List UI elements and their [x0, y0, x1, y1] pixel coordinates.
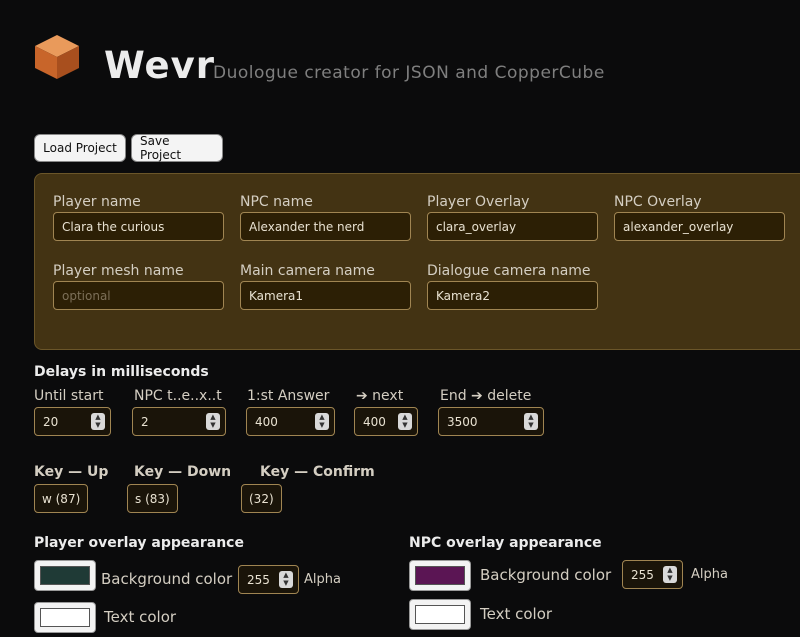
end-delete-input[interactable]: 3500 ▲ ▼: [438, 407, 544, 436]
end-delete-label: End ➔ delete: [440, 388, 532, 404]
main-camera-input[interactable]: Kamera1: [240, 281, 411, 310]
player-overlay-input[interactable]: clara_overlay: [427, 212, 598, 241]
npc-text-input[interactable]: 2 ▲ ▼: [132, 407, 226, 436]
spinner-arrows-icon[interactable]: ▲ ▼: [663, 566, 677, 583]
first-answer-value: 400: [255, 414, 278, 429]
player-background-label: Background color: [101, 570, 233, 588]
spinner-arrows-icon[interactable]: ▲ ▼: [91, 413, 105, 430]
npc-name-label: NPC name: [240, 194, 313, 210]
npc-alpha-input[interactable]: 255 ▲ ▼: [622, 560, 683, 589]
end-delete-value: 3500: [447, 414, 478, 429]
first-answer-label: 1:st Answer: [247, 388, 330, 404]
npc-overlay-input[interactable]: alexander_overlay: [614, 212, 785, 241]
names-panel: Player name Clara the curious NPC name A…: [34, 173, 800, 350]
npc-text-color-label: Text color: [480, 605, 553, 623]
until-start-input[interactable]: 20 ▲ ▼: [34, 407, 111, 436]
npc-background-label: Background color: [480, 566, 612, 584]
player-overlay-appearance-heading: Player overlay appearance: [34, 535, 244, 551]
player-alpha-input[interactable]: 255 ▲ ▼: [238, 565, 299, 594]
npc-background-swatch: [415, 566, 465, 585]
spinner-arrows-icon[interactable]: ▲ ▼: [315, 413, 329, 430]
spinner-arrows-icon[interactable]: ▲ ▼: [524, 413, 538, 430]
key-up-label: Key — Up: [34, 464, 109, 480]
npc-overlay-label: NPC Overlay: [614, 194, 702, 210]
npc-text-color-picker[interactable]: [409, 599, 471, 630]
load-project-button[interactable]: Load Project: [34, 134, 126, 162]
main-camera-label: Main camera name: [240, 263, 375, 279]
player-name-input[interactable]: Clara the curious: [53, 212, 224, 241]
player-name-label: Player name: [53, 194, 141, 210]
key-up-input[interactable]: w (87): [34, 484, 89, 513]
key-down-label: Key — Down: [134, 464, 232, 480]
player-text-color-picker[interactable]: [34, 602, 96, 633]
key-confirm-input[interactable]: (32): [241, 484, 282, 513]
key-down-input[interactable]: s (83): [127, 484, 178, 513]
logo-cube-icon: [35, 35, 79, 79]
player-mesh-input[interactable]: optional: [53, 281, 224, 310]
npc-alpha-label: Alpha: [691, 567, 728, 582]
player-background-swatch: [40, 566, 90, 585]
dialogue-camera-input[interactable]: Kamera2: [427, 281, 598, 310]
npc-text-label: NPC t..e..x..t: [134, 388, 222, 404]
delays-heading: Delays in milliseconds: [34, 364, 209, 380]
player-text-swatch: [40, 608, 90, 627]
save-project-button[interactable]: Save Project: [131, 134, 223, 162]
npc-overlay-appearance-heading: NPC overlay appearance: [409, 535, 602, 551]
npc-background-color-picker[interactable]: [409, 560, 471, 591]
player-alpha-label: Alpha: [304, 572, 341, 587]
npc-text-value: 2: [141, 414, 149, 429]
npc-text-swatch: [415, 605, 465, 624]
first-answer-input[interactable]: 400 ▲ ▼: [246, 407, 335, 436]
player-background-color-picker[interactable]: [34, 560, 96, 591]
player-mesh-label: Player mesh name: [53, 263, 184, 279]
app-subtitle: Duologue creator for JSON and CopperCube: [213, 63, 605, 83]
app-title: Wevr: [104, 44, 215, 87]
npc-alpha-value: 255: [631, 567, 654, 582]
spinner-arrows-icon[interactable]: ▲ ▼: [398, 413, 412, 430]
next-value: 400: [363, 414, 386, 429]
spinner-arrows-icon[interactable]: ▲ ▼: [206, 413, 220, 430]
until-start-value: 20: [43, 414, 59, 429]
key-confirm-label: Key — Confirm: [260, 464, 375, 480]
spinner-arrows-icon[interactable]: ▲ ▼: [279, 571, 293, 588]
next-input[interactable]: 400 ▲ ▼: [354, 407, 418, 436]
player-text-color-label: Text color: [104, 608, 177, 626]
until-start-label: Until start: [34, 388, 104, 404]
dialogue-camera-label: Dialogue camera name: [427, 263, 591, 279]
player-alpha-value: 255: [247, 572, 270, 587]
player-overlay-label: Player Overlay: [427, 194, 530, 210]
next-label: ➔ next: [356, 388, 404, 404]
npc-name-input[interactable]: Alexander the nerd: [240, 212, 411, 241]
